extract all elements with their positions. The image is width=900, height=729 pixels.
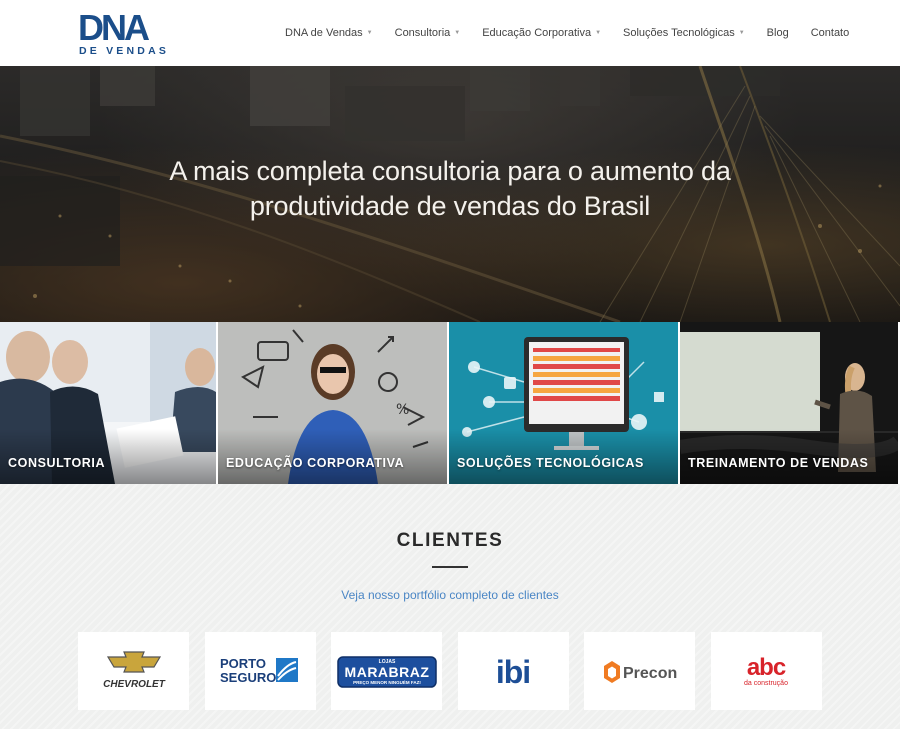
client-logo-chevrolet[interactable]: CHEVROLET: [78, 632, 189, 710]
chevrolet-bowtie-icon: CHEVROLET: [103, 651, 166, 690]
tile-solucoes-tecnologicas[interactable]: SOLUÇÕES TECNOLÓGICAS: [449, 322, 678, 484]
nav-item-solucoes-tecnologicas[interactable]: Soluções Tecnológicas ▼: [612, 27, 756, 39]
porto-seguro-icon: PORTO SEGURO: [220, 656, 298, 685]
nav-label: DNA de Vendas: [285, 27, 363, 39]
client-logos: CHEVROLET PORTO SEGURO LOJAS MARABRAZ PR…: [78, 632, 837, 710]
hero-line-1: A mais completa consultoria para o aumen…: [169, 156, 731, 186]
site-header: DNA DE VENDAS DNA de Vendas ▼ Consultori…: [0, 0, 900, 66]
nav-item-dna-de-vendas[interactable]: DNA de Vendas ▼: [274, 27, 384, 39]
nav-label: Soluções Tecnológicas: [623, 27, 735, 39]
marabraz-logo: LOJAS MARABRAZ PREÇO MENOR NINGUÉM FAZ!: [336, 656, 437, 688]
main-nav: DNA de Vendas ▼ Consultoria ▼ Educação C…: [274, 0, 860, 66]
tile-label: TREINAMENTO DE VENDAS: [688, 456, 869, 470]
client-name: abc: [747, 654, 786, 681]
caret-down-icon: ▼: [454, 30, 461, 36]
caret-down-icon: ▼: [595, 30, 602, 36]
svg-text:%: %: [396, 402, 409, 418]
portfolio-link[interactable]: Veja nosso portfólio completo de cliente…: [0, 588, 900, 602]
nav-label: Consultoria: [394, 27, 451, 39]
hero-line-2: produtividade de vendas do Brasil: [249, 191, 651, 221]
client-name-2: SEGURO: [220, 670, 276, 685]
client-tagline: PREÇO MENOR NINGUÉM FAZ!: [353, 678, 421, 685]
nav-item-educacao-corporativa[interactable]: Educação Corporativa ▼: [471, 27, 612, 39]
logo-subtitle: DE VENDAS: [79, 45, 170, 57]
client-name: PORTO: [220, 656, 266, 671]
tile-label: EDUCAÇÃO CORPORATIVA: [226, 456, 405, 470]
client-logo-ibi[interactable]: ibi: [457, 632, 569, 710]
tile-label: CONSULTORIA: [8, 456, 106, 470]
client-tagline: da construção: [744, 680, 788, 687]
caret-down-icon: ▼: [366, 30, 373, 36]
nav-item-contato[interactable]: Contato: [800, 27, 861, 39]
tile-treinamento-de-vendas[interactable]: TREINAMENTO DE VENDAS: [680, 322, 898, 484]
abc-logo: abc da construção: [744, 654, 788, 687]
client-logo-precon[interactable]: Precon: [584, 632, 695, 710]
client-name: MARABRAZ: [344, 664, 429, 680]
title-divider: [432, 566, 468, 568]
nav-label: Contato: [810, 27, 850, 39]
service-tiles: CONSULTORIA % EDUCAÇÃO CORPORATIVA SOLUÇ…: [0, 322, 900, 484]
hero-banner: A mais completa consultoria para o aumen…: [0, 66, 900, 322]
tile-consultoria[interactable]: CONSULTORIA: [0, 322, 216, 484]
nav-item-blog[interactable]: Blog: [756, 27, 800, 39]
client-name: ibi: [496, 654, 530, 690]
tile-educacao-corporativa[interactable]: % EDUCAÇÃO CORPORATIVA: [218, 322, 447, 484]
nav-item-consultoria[interactable]: Consultoria ▼: [384, 27, 472, 39]
section-title: CLIENTES: [396, 530, 504, 551]
nav-label: Blog: [766, 27, 789, 39]
nav-label: Educação Corporativa: [482, 27, 592, 39]
client-name: CHEVROLET: [103, 679, 166, 690]
tile-label: SOLUÇÕES TECNOLÓGICAS: [457, 456, 644, 470]
client-name: Precon: [623, 665, 677, 682]
hero-headline: A mais completa consultoria para o aumen…: [0, 154, 900, 224]
clients-section: CLIENTES Veja nosso portfólio completo d…: [0, 484, 900, 729]
caret-down-icon: ▼: [738, 30, 745, 36]
client-logo-porto-seguro[interactable]: PORTO SEGURO: [204, 632, 316, 710]
client-logo-abc[interactable]: abc da construção: [710, 632, 822, 710]
logo-wordmark: DNA: [78, 7, 150, 48]
precon-cube-icon: Precon: [603, 661, 677, 683]
client-logo-marabraz[interactable]: LOJAS MARABRAZ PREÇO MENOR NINGUÉM FAZ!: [331, 632, 442, 710]
ibi-logo: ibi: [496, 654, 531, 690]
dna-de-vendas-logo[interactable]: DNA DE VENDAS: [78, 7, 174, 58]
